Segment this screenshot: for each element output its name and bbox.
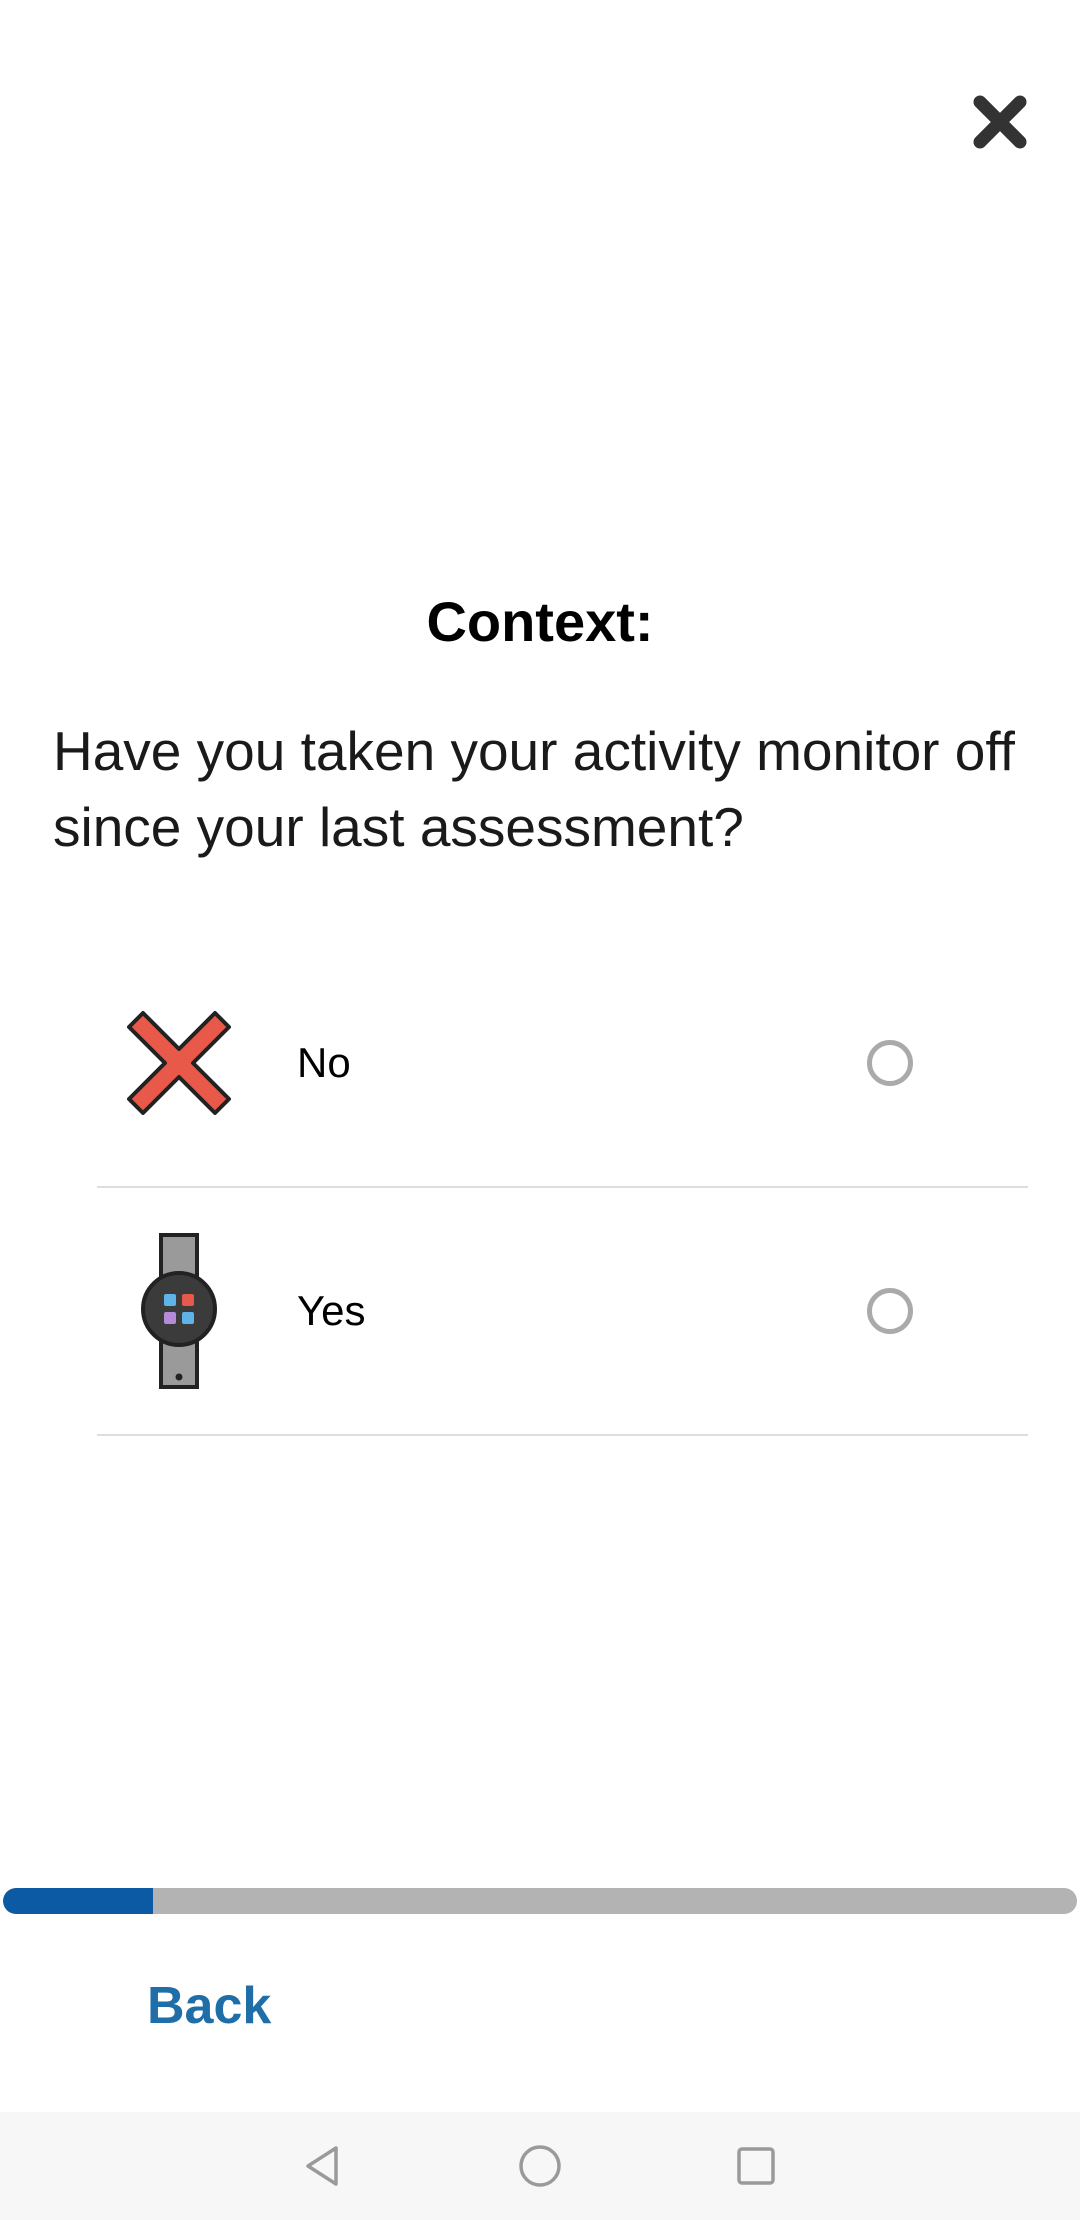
smartwatch-icon xyxy=(121,1231,237,1391)
option-no[interactable]: No xyxy=(97,940,1028,1188)
nav-back-button[interactable] xyxy=(290,2134,354,2198)
nav-home-button[interactable] xyxy=(508,2134,572,2198)
back-button[interactable]: Back xyxy=(147,1976,271,2036)
progress-bar xyxy=(3,1888,1077,1914)
option-yes-radio[interactable] xyxy=(867,1288,913,1334)
system-nav-bar xyxy=(0,2112,1080,2220)
progress-fill xyxy=(3,1888,154,1914)
survey-screen: Context: Have you taken your activity mo… xyxy=(0,0,1080,2220)
option-yes[interactable]: Yes xyxy=(97,1188,1028,1436)
nav-recents-button[interactable] xyxy=(724,2134,788,2198)
red-x-icon xyxy=(121,983,237,1143)
close-icon xyxy=(973,95,1027,149)
nav-back-icon xyxy=(306,2146,338,2186)
option-yes-label: Yes xyxy=(297,1287,366,1334)
answer-options: No Yes xyxy=(97,940,1028,1436)
nav-home-icon xyxy=(519,2145,561,2187)
option-no-radio[interactable] xyxy=(867,1040,913,1086)
question-text: Have you taken your activity monitor off… xyxy=(53,720,1015,858)
option-no-label: No xyxy=(297,1039,351,1086)
nav-recents-icon xyxy=(737,2147,775,2185)
context-title: Context: xyxy=(426,590,654,653)
close-button[interactable] xyxy=(958,80,1042,164)
